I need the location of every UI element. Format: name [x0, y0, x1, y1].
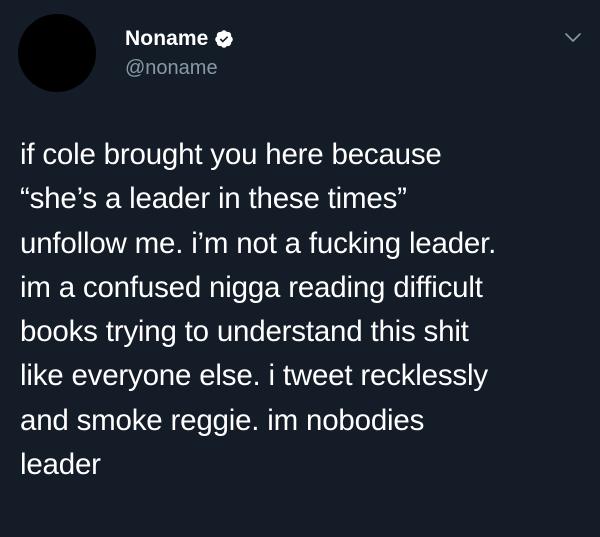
avatar[interactable] — [18, 14, 96, 92]
tweet-text: if cole brought you here because “she’s … — [20, 138, 497, 482]
chevron-down-icon[interactable] — [564, 30, 582, 44]
handle[interactable]: @noname — [125, 57, 234, 80]
display-name[interactable]: Noname — [125, 27, 208, 51]
display-name-row: Noname — [125, 26, 234, 52]
verified-badge-icon — [215, 30, 234, 48]
tweet-header: Noname @noname — [18, 14, 582, 92]
tweet-card: Noname @noname if cole brought you here … — [0, 0, 600, 537]
author-names: Noname @noname — [125, 26, 234, 80]
